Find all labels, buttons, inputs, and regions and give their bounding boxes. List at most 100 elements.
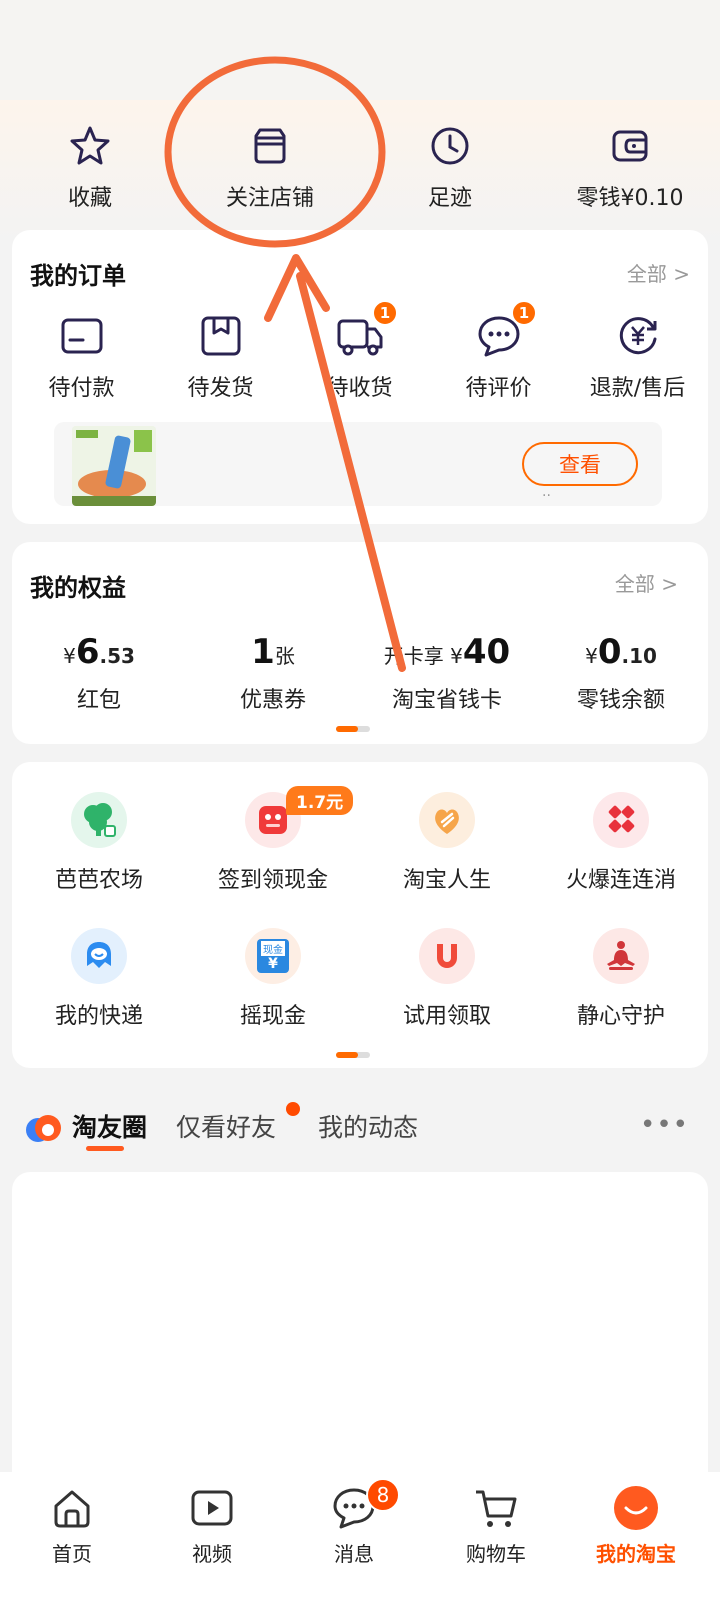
service-baba-farm-label: 芭芭农场 <box>54 868 143 893</box>
feed-tabs: 淘友圈 仅看好友 我的动态 ••• <box>0 1100 720 1160</box>
benefits-page-indicator <box>336 726 370 732</box>
services-card: 芭芭农场 1.7元 签到领现金 淘宝人生 火爆连连消 我的快递 现金 ¥ 摇现金… <box>12 762 708 1068</box>
order-refund-aftersale-label: 退款/售后 <box>589 376 686 401</box>
clock-icon <box>426 122 474 170</box>
service-checkin-cash-label: 签到领现金 <box>217 868 328 893</box>
magnet-icon <box>419 928 475 984</box>
order-pending-receipt-label: 待收货 <box>326 376 393 401</box>
change-balance-item[interactable]: ¥0.10 零钱余额 <box>534 632 708 714</box>
order-status-row: 待付款 待发货 1 待收货 1 待评价 退款/售后 <box>12 300 708 402</box>
service-taobao-life[interactable]: 淘宝人生 <box>360 792 534 928</box>
red-packet-prefix: ¥ <box>63 644 76 668</box>
cash-sign-text: 现金 <box>261 940 285 956</box>
benefits-view-all[interactable]: 全部 > <box>615 568 678 597</box>
footprints-button[interactable]: 足迹 <box>360 100 540 230</box>
change-balance-suffix: .10 <box>621 644 657 668</box>
my-taobao-icon <box>612 1484 660 1532</box>
red-packet-item[interactable]: ¥ 6.53 红包 <box>12 632 186 714</box>
order-pending-payment[interactable]: 待付款 <box>12 310 151 402</box>
tab-home[interactable]: 首页 <box>0 1472 144 1567</box>
red-packet-label: 红包 <box>76 688 121 713</box>
favorites-button[interactable]: 收藏 <box>0 100 180 230</box>
wallet-icon <box>606 122 654 170</box>
change-balance-label: 零钱余额 <box>576 688 665 713</box>
service-baba-farm[interactable]: 芭芭农场 <box>12 792 186 928</box>
benefits-card: 我的权益 全部 > ¥ 6.53 红包 1张 优惠券 开卡享 ¥ 40 淘宝省钱… <box>12 542 708 744</box>
footprints-label: 足迹 <box>427 186 472 211</box>
checkin-reward-tag: 1.7元 <box>286 786 354 815</box>
farm-tree-icon <box>71 792 127 848</box>
tab-cart-label: 购物车 <box>466 1542 526 1566</box>
feed-content-card <box>12 1172 708 1492</box>
order-pending-receipt-badge: 1 <box>372 300 398 326</box>
meditation-icon <box>593 928 649 984</box>
order-pending-review[interactable]: 1 待评价 <box>429 300 568 402</box>
service-shake-cash-label: 摇现金 <box>239 1004 306 1029</box>
orders-view-all[interactable]: 全部 > <box>627 258 690 287</box>
friends-red-dot <box>286 1102 300 1116</box>
service-taobao-life-label: 淘宝人生 <box>402 868 491 893</box>
red-packet-suffix: .53 <box>99 644 135 668</box>
change-wallet-label: 零钱¥0.10 <box>576 186 684 211</box>
life-icon <box>419 792 475 848</box>
service-checkin-cash[interactable]: 1.7元 签到领现金 <box>186 786 360 928</box>
services-page-indicator <box>336 1052 370 1058</box>
savings-card-item[interactable]: 开卡享 ¥ 40 淘宝省钱卡 <box>360 632 534 714</box>
red-packet-value: 6 <box>75 632 100 672</box>
favorites-label: 收藏 <box>67 186 112 211</box>
order-pending-receipt[interactable]: 1 待收货 <box>290 300 429 402</box>
services-grid: 芭芭农场 1.7元 签到领现金 淘宝人生 火爆连连消 我的快递 现金 ¥ 摇现金… <box>12 786 708 1064</box>
tab-video[interactable]: 视频 <box>140 1472 284 1567</box>
refund-icon <box>612 310 664 362</box>
service-meditation[interactable]: 静心守护 <box>534 928 708 1064</box>
messages-badge: 8 <box>366 1478 400 1512</box>
carousel-dots: ·· <box>542 488 551 504</box>
service-match-game-label: 火爆连连消 <box>565 868 676 893</box>
service-my-courier[interactable]: 我的快递 <box>12 928 186 1064</box>
bottom-tab-bar: 首页 视频 8 消息 购物车 我的淘宝 <box>0 1472 720 1600</box>
change-balance-value: 0 <box>597 632 622 672</box>
coupon-value: 1 <box>251 632 275 672</box>
service-match-game[interactable]: 火爆连连消 <box>534 792 708 928</box>
benefits-title: 我的权益 <box>30 574 126 602</box>
savings-card-label: 淘宝省钱卡 <box>391 688 502 713</box>
service-my-courier-label: 我的快递 <box>54 1004 143 1029</box>
order-pending-shipment-label: 待发货 <box>187 376 254 401</box>
benefits-row: ¥ 6.53 红包 1张 优惠券 开卡享 ¥ 40 淘宝省钱卡 ¥0.10 零钱… <box>12 632 708 714</box>
more-options-icon[interactable]: ••• <box>640 1110 689 1140</box>
service-free-trial[interactable]: 试用领取 <box>360 928 534 1064</box>
cash-icon: 现金 ¥ <box>245 928 301 984</box>
view-button[interactable]: 查看 <box>522 442 638 486</box>
cart-icon <box>472 1484 520 1532</box>
service-shake-cash[interactable]: 现金 ¥ 摇现金 <box>186 928 360 1064</box>
coupon-suffix: 张 <box>274 644 295 668</box>
tab-messages-label: 消息 <box>334 1542 374 1566</box>
tab-cart[interactable]: 购物车 <box>424 1472 568 1567</box>
tab-taoyou-circle[interactable]: 淘友圈 <box>72 1108 147 1144</box>
order-pending-payment-label: 待付款 <box>48 376 115 401</box>
cash-sign: 现金 ¥ <box>257 939 289 973</box>
taoyou-logo-icon <box>24 1108 64 1148</box>
service-free-trial-label: 试用领取 <box>402 1004 491 1029</box>
followed-stores-button[interactable]: 关注店铺 <box>180 100 360 230</box>
coupon-item[interactable]: 1张 优惠券 <box>186 632 360 714</box>
home-icon <box>48 1484 96 1532</box>
order-refund-aftersale[interactable]: 退款/售后 <box>568 310 707 402</box>
card-icon <box>56 310 108 362</box>
change-balance-prefix: ¥ <box>585 644 598 668</box>
change-wallet-button[interactable]: 零钱¥0.10 <box>540 100 720 230</box>
video-icon <box>188 1484 236 1532</box>
tab-my-activity[interactable]: 我的动态 <box>318 1108 418 1144</box>
tab-my-taobao[interactable]: 我的淘宝 <box>564 1472 708 1567</box>
order-pending-review-badge: 1 <box>511 300 537 326</box>
box-icon <box>195 310 247 362</box>
logistics-promo-banner[interactable]: ·· 查看 <box>54 422 662 506</box>
top-background <box>0 0 720 100</box>
tab-friends-only[interactable]: 仅看好友 <box>176 1108 276 1144</box>
order-pending-shipment[interactable]: 待发货 <box>151 310 290 402</box>
tab-video-label: 视频 <box>192 1542 232 1566</box>
tab-messages[interactable]: 8 消息 <box>282 1472 426 1567</box>
followed-stores-label: 关注店铺 <box>225 186 314 211</box>
tab-home-label: 首页 <box>52 1542 92 1566</box>
courier-icon <box>71 928 127 984</box>
